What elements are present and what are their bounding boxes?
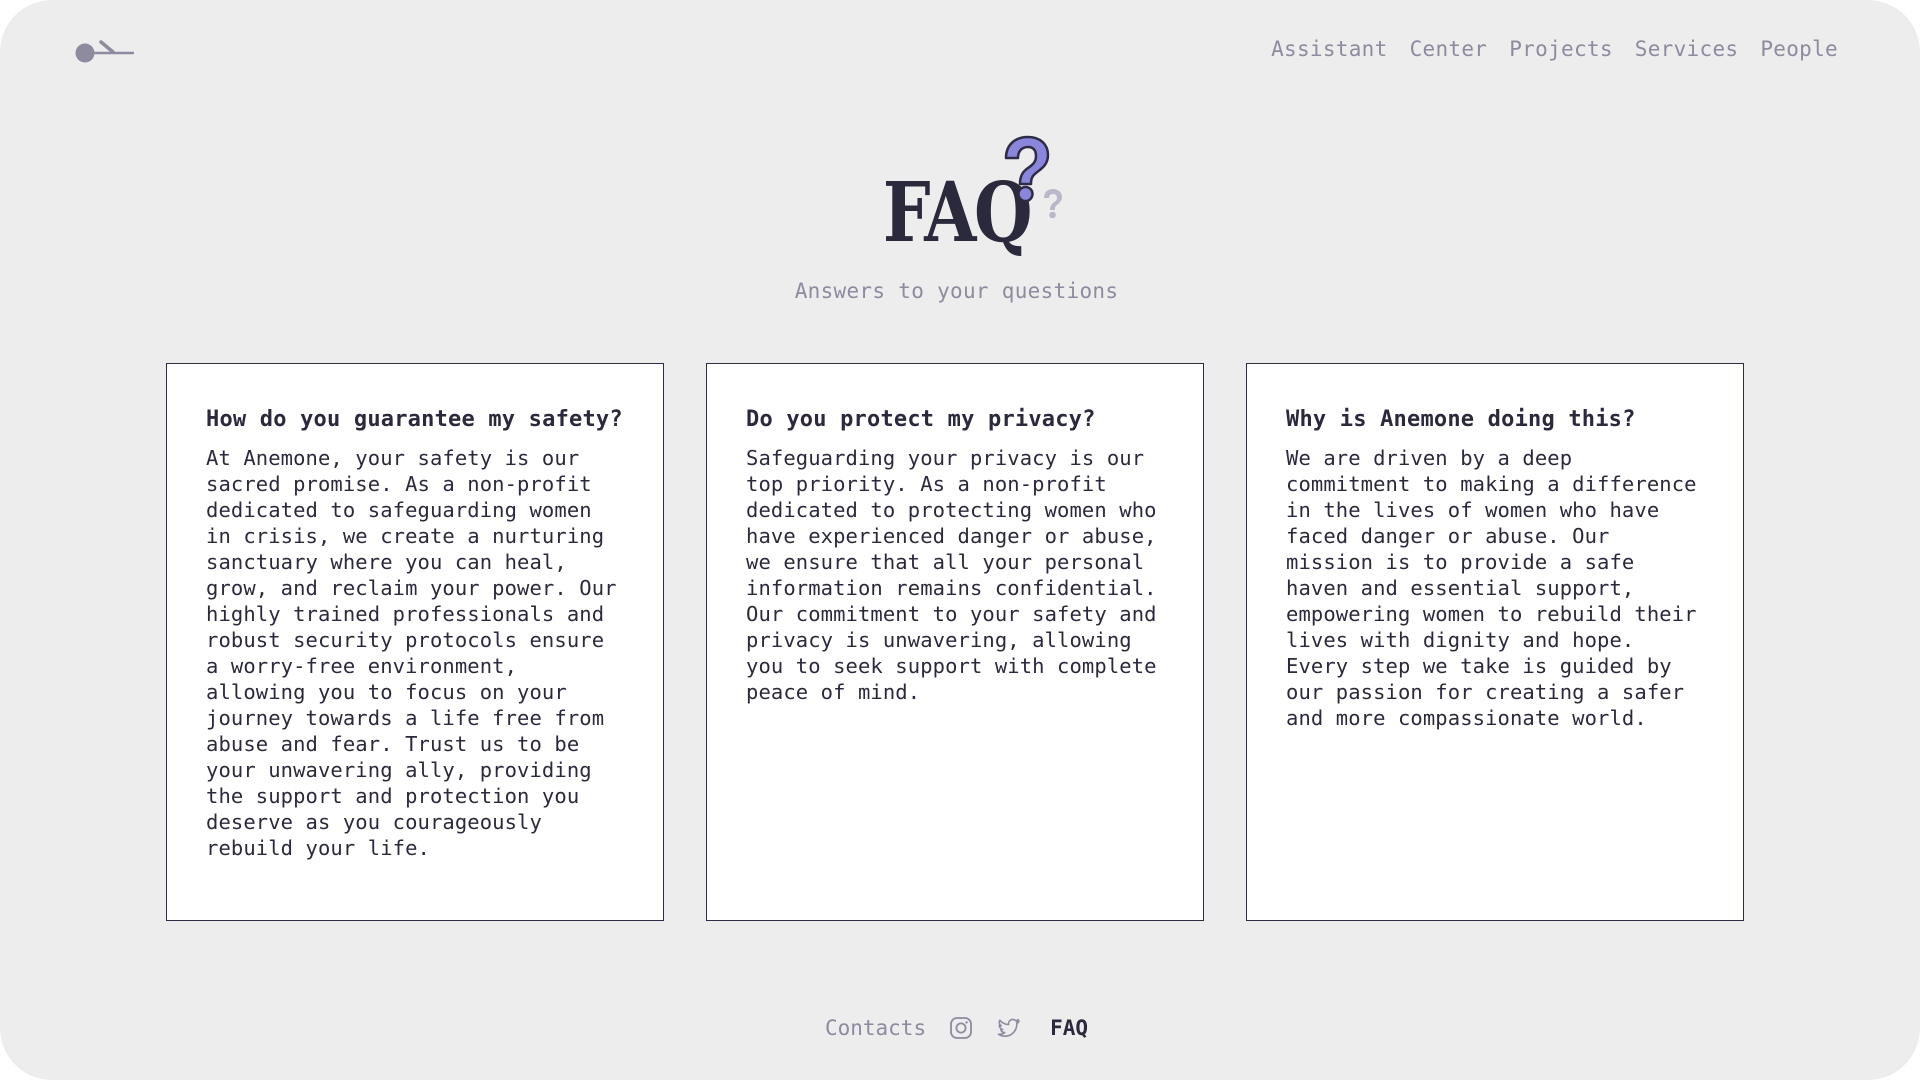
faq-answer: Safeguarding your privacy is our top pri…: [746, 446, 1157, 704]
instagram-icon[interactable]: [948, 1015, 974, 1041]
faq-answer: We are driven by a deep commitment to ma…: [1286, 446, 1697, 730]
footer: Contacts FAQ: [0, 1015, 1913, 1041]
page-title: FAQ: [882, 165, 1033, 261]
nav-item-projects[interactable]: Projects: [1509, 37, 1613, 61]
page-subtitle: Answers to your questions: [794, 279, 1119, 303]
nav-item-services[interactable]: Services: [1635, 37, 1739, 61]
faq-question: Do you protect my privacy?: [746, 407, 1096, 432]
faq-card: Do you protect my privacy? Safeguarding …: [706, 363, 1204, 921]
faq-answer: At Anemone, your safety is our sacred pr…: [206, 446, 617, 860]
faq-question: Why is Anemone doing this?: [1286, 407, 1636, 432]
faq-card: Why is Anemone doing this? We are driven…: [1246, 363, 1744, 921]
page-frame: Assistant Center Projects Services Peopl…: [0, 0, 1920, 1080]
main-nav: Assistant Center Projects Services Peopl…: [1271, 37, 1838, 61]
nav-item-people[interactable]: People: [1760, 37, 1838, 61]
faq-question: How do you guarantee my safety?: [206, 407, 623, 432]
footer-faq-link[interactable]: FAQ: [1050, 1016, 1088, 1040]
anemone-logo-icon[interactable]: [74, 38, 136, 68]
faq-card: How do you guarantee my safety? At Anemo…: [166, 363, 664, 921]
question-marks-icon: [1004, 135, 1062, 219]
twitter-icon[interactable]: [996, 1015, 1022, 1041]
nav-item-assistant[interactable]: Assistant: [1271, 37, 1388, 61]
footer-contacts-link[interactable]: Contacts: [825, 1016, 926, 1040]
nav-item-center[interactable]: Center: [1410, 37, 1488, 61]
